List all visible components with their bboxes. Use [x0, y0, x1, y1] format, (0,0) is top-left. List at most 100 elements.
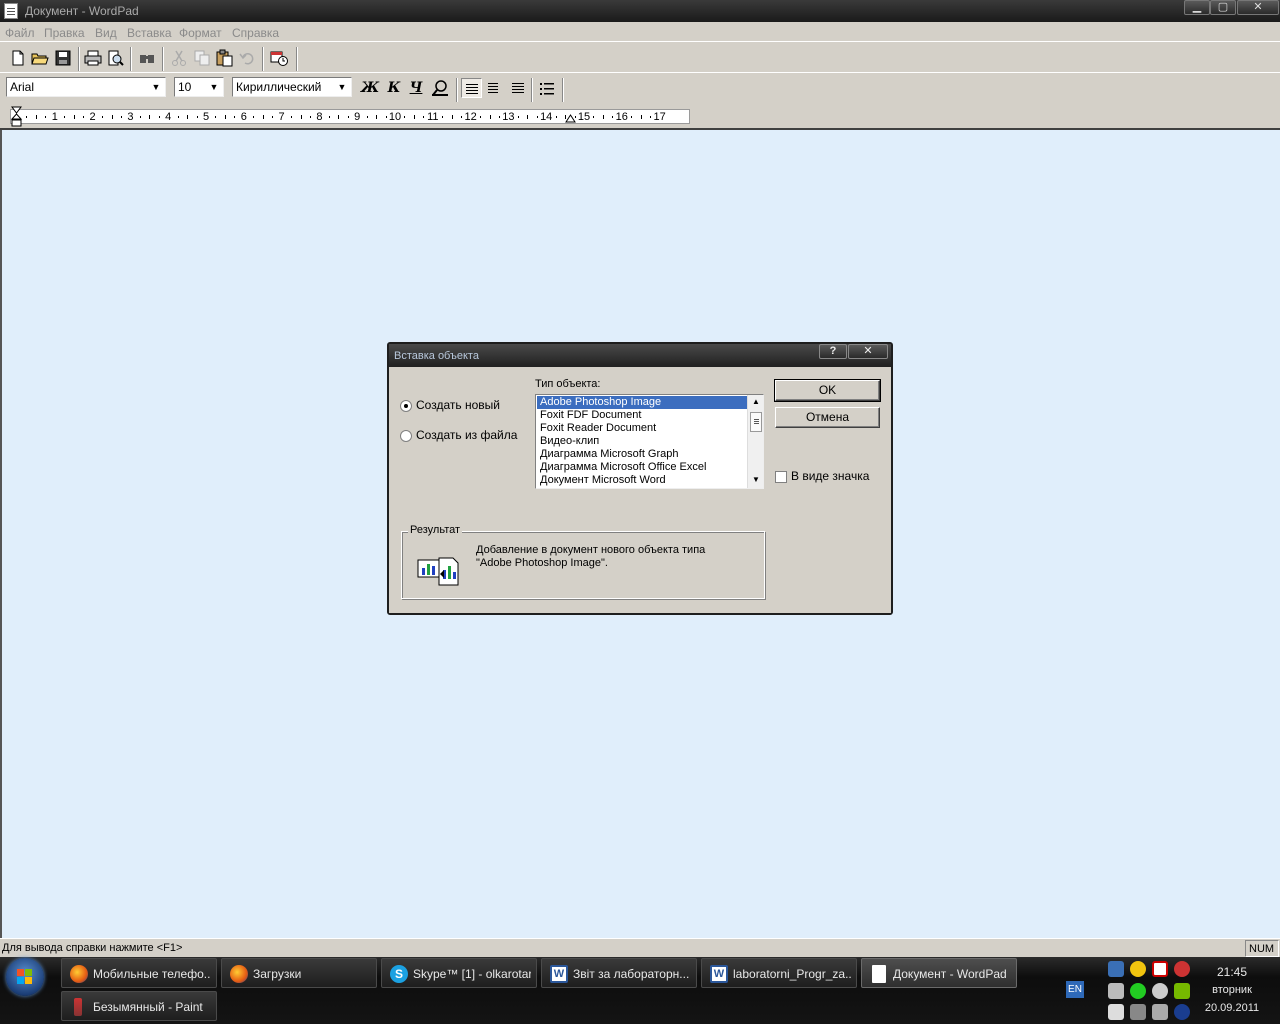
cut-icon[interactable] — [170, 49, 188, 67]
dialog-close-button[interactable]: ✕ — [848, 344, 888, 359]
menu-view[interactable]: Вид — [95, 26, 117, 40]
radio-button[interactable] — [400, 430, 412, 442]
find-icon[interactable] — [138, 49, 156, 67]
list-item[interactable]: Диаграмма Microsoft Office Excel — [537, 461, 747, 474]
taskbar-item-label: laboratorni_Progr_za... — [733, 967, 851, 981]
scroll-up-icon[interactable]: ▲ — [748, 395, 763, 409]
taskbar-item-label: Мобильные телефо... — [93, 967, 211, 981]
list-item[interactable]: Диаграмма Microsoft Graph — [537, 448, 747, 461]
ruler-tick — [442, 116, 444, 118]
script-combo[interactable]: Кириллический ▼ — [232, 77, 352, 97]
list-item[interactable]: Видео-клип — [537, 435, 747, 448]
network-icon[interactable] — [1108, 961, 1124, 977]
dialog-help-button[interactable]: ? — [819, 344, 847, 359]
ok-button[interactable]: OK — [774, 379, 881, 402]
scroll-down-icon[interactable]: ▼ — [748, 473, 763, 487]
scroll-thumb[interactable] — [750, 412, 762, 432]
ruler-tick — [366, 116, 368, 118]
g-icon[interactable] — [1130, 983, 1146, 999]
taskbar-item-word-labs[interactable]: W laboratorni_Progr_za... — [701, 958, 857, 988]
wireless-icon[interactable] — [1174, 1004, 1190, 1020]
ruler-number: 5 — [202, 111, 210, 123]
usb-icon[interactable] — [1130, 1004, 1146, 1020]
list-item[interactable]: Foxit Reader Document — [537, 422, 747, 435]
error-icon[interactable] — [1174, 961, 1190, 977]
ruler-number: 15 — [577, 111, 591, 123]
menu-file[interactable]: Файл — [5, 26, 35, 40]
chevron-down-icon[interactable]: ▼ — [207, 80, 221, 94]
clock-time[interactable]: 21:45 — [1208, 965, 1256, 979]
font-name-combo[interactable]: Arial ▼ — [6, 77, 166, 97]
ruler-number: 8 — [316, 111, 323, 123]
taskbar-item-paint[interactable]: Безымянный - Paint — [61, 991, 217, 1021]
chevron-down-icon[interactable]: ▼ — [149, 80, 163, 94]
font-size-value: 10 — [178, 80, 192, 94]
save-icon[interactable] — [54, 49, 72, 67]
ruler-tick — [376, 115, 378, 119]
taskbar-item-skype[interactable]: S Skype™ [1] - olkarotar — [381, 958, 537, 988]
taskbar-item-wordpad[interactable]: Документ - WordPad — [861, 958, 1017, 988]
underline-button[interactable]: Ч — [406, 79, 426, 97]
radio-button-checked[interactable] — [400, 400, 412, 412]
align-right-button[interactable] — [506, 78, 527, 98]
ruler-tick — [640, 115, 642, 119]
checkbox[interactable] — [775, 471, 787, 483]
ruler-tick — [451, 115, 453, 119]
insert-datetime-icon[interactable] — [270, 49, 288, 67]
object-type-listbox[interactable]: Adobe Photoshop Image Foxit FDF Document… — [535, 394, 764, 489]
ruler-number: 3 — [127, 111, 134, 123]
tray-app-icon[interactable] — [1108, 983, 1124, 999]
ruler-tick — [489, 115, 491, 119]
disk-icon[interactable] — [1152, 983, 1168, 999]
paste-icon[interactable] — [215, 49, 233, 67]
nvidia-icon[interactable] — [1174, 983, 1190, 999]
chevron-down-icon[interactable]: ▼ — [335, 80, 349, 94]
menu-edit[interactable]: Правка — [44, 26, 85, 40]
print-preview-icon[interactable] — [106, 49, 124, 67]
menu-format[interactable]: Формат — [179, 26, 222, 40]
list-item[interactable]: Foxit FDF Document — [537, 409, 747, 422]
result-description: Добавление в документ нового объекта тип… — [476, 544, 705, 570]
bold-button[interactable]: Ж — [360, 79, 380, 97]
listbox-scrollbar[interactable]: ▲ ▼ — [747, 395, 763, 488]
right-indent-marker-icon[interactable] — [565, 112, 577, 124]
minimize-button[interactable]: ▁ — [1184, 0, 1210, 15]
align-left-button[interactable] — [461, 78, 482, 98]
undo-icon[interactable] — [238, 49, 256, 67]
new-document-icon[interactable] — [9, 49, 27, 67]
paint-icon — [74, 998, 82, 1016]
taskbar-item-firefox-mobile[interactable]: Мобильные телефо... — [61, 958, 217, 988]
taskbar-item-downloads[interactable]: Загрузки — [221, 958, 377, 988]
indent-marker-icon[interactable] — [11, 106, 23, 130]
taskbar-item-label: Skype™ [1] - olkarotar — [413, 967, 531, 981]
print-icon[interactable] — [84, 49, 102, 67]
embedded-object-icon — [417, 557, 459, 586]
ruler-bar: 1 2 3 4 5 6 7 8 9 10 11 12 13 14 15 16 17 — [0, 104, 1280, 130]
start-button[interactable] — [6, 958, 44, 996]
close-window-button[interactable]: ✕ — [1237, 0, 1279, 15]
ruler-tick — [300, 115, 302, 119]
monitor-icon[interactable] — [1152, 1004, 1168, 1020]
open-folder-icon[interactable] — [31, 49, 49, 67]
italic-button[interactable]: К — [384, 79, 404, 97]
antivirus-icon[interactable] — [1152, 961, 1168, 977]
menu-insert[interactable]: Вставка — [127, 26, 172, 40]
volume-icon[interactable] — [1108, 1004, 1124, 1020]
cancel-button[interactable]: Отмена — [775, 407, 880, 428]
language-indicator[interactable]: EN — [1066, 981, 1084, 998]
copy-icon[interactable] — [193, 49, 211, 67]
taskbar-item-word-report[interactable]: W Звіт за лабораторн... — [541, 958, 697, 988]
text-color-icon[interactable] — [431, 79, 449, 97]
ruler[interactable]: 1 2 3 4 5 6 7 8 9 10 11 12 13 14 15 16 17 — [10, 109, 690, 124]
bullets-icon[interactable] — [538, 80, 556, 98]
menu-help[interactable]: Справка — [232, 26, 279, 40]
maximize-button[interactable]: ▢ — [1210, 0, 1236, 15]
font-size-combo[interactable]: 10 ▼ — [174, 77, 224, 97]
result-line-1: Добавление в документ нового объекта тип… — [476, 544, 706, 556]
firefox-icon — [230, 965, 248, 983]
notification-icon[interactable] — [1130, 961, 1146, 977]
list-item[interactable]: Документ Microsoft Word — [537, 474, 747, 487]
align-center-button[interactable] — [483, 78, 504, 98]
list-item[interactable]: Adobe Photoshop Image — [537, 396, 747, 409]
windows-logo-icon — [17, 969, 33, 985]
